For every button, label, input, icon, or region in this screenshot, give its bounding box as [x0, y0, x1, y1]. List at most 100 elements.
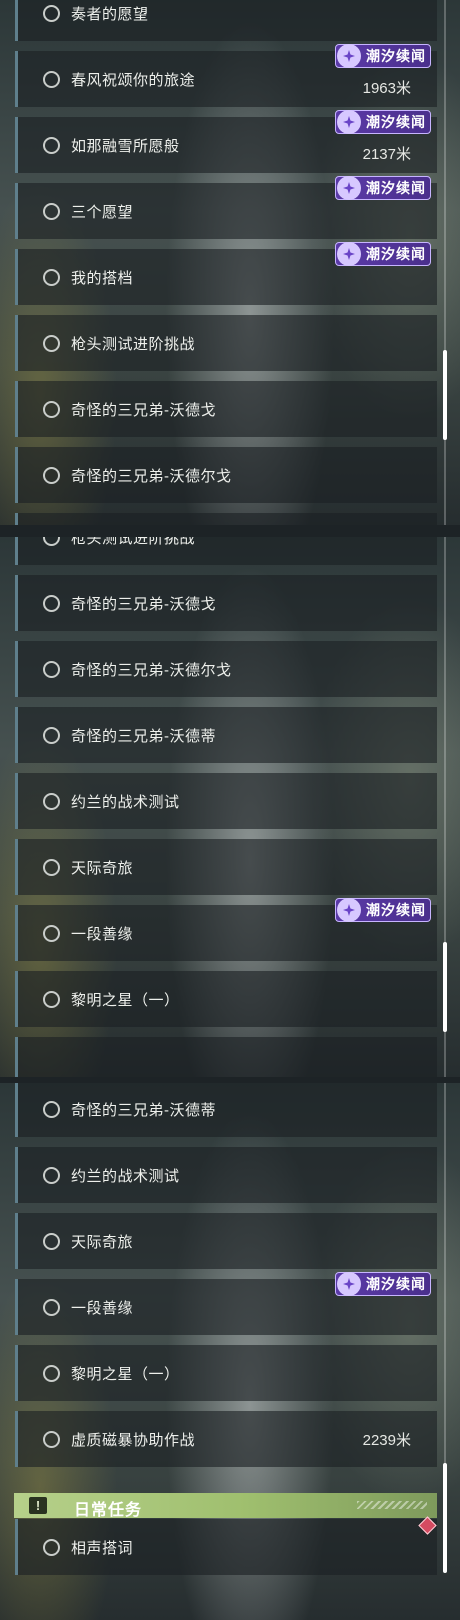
quest-item[interactable]: 约兰的战术测试 [15, 1147, 437, 1203]
quest-item[interactable]: 奇怪的三兄弟-沃德戈 [15, 575, 437, 631]
quest-label: 奇怪的三兄弟-沃德蒂 [71, 1102, 216, 1119]
quest-item[interactable]: 我的搭档 潮汐续闻 [15, 242, 437, 305]
radio-icon[interactable] [43, 661, 60, 678]
tide-badge: 潮汐续闻 [335, 176, 431, 200]
quest-item[interactable]: 枪头测试进阶挑战 [15, 315, 437, 371]
radio-icon[interactable] [43, 925, 60, 942]
quest-label: 三个愿望 [71, 204, 134, 221]
radio-icon[interactable] [43, 1299, 60, 1316]
quest-distance: 2239米 [362, 1432, 411, 1449]
quest-item[interactable]: 天际奇旅 [15, 1213, 437, 1269]
quest-label: 我的搭档 [71, 270, 134, 287]
quest-distance: 2137米 [362, 146, 411, 163]
sparkle-icon [337, 242, 361, 266]
quest-list-panel-1: 奏者的愿望 春风祝颂你的旅途 潮汐续闻 1963米 如那融雪所愿般 潮汐续闻 2… [0, 0, 460, 525]
quest-label: 奇怪的三兄弟-沃德蒂 [71, 728, 216, 745]
quest-item[interactable]: 枪头测试进阶挑战 [15, 537, 437, 565]
quest-item[interactable]: 一段善缘 潮汐续闻 [15, 1272, 437, 1335]
radio-icon[interactable] [43, 401, 60, 418]
sparkle-icon [337, 44, 361, 68]
quest-label: 奇怪的三兄弟-沃德尔戈 [71, 662, 232, 679]
exclamation-icon: ! [29, 1497, 47, 1514]
tide-badge: 潮汐续闻 [335, 1272, 431, 1296]
tide-badge: 潮汐续闻 [335, 898, 431, 922]
quest-label: 奇怪的三兄弟-沃德尔戈 [71, 468, 232, 485]
quest-label: 一段善缘 [71, 1300, 134, 1317]
quest-item-partial[interactable] [15, 1037, 437, 1077]
quest-item[interactable]: 天际奇旅 [15, 839, 437, 895]
radio-icon[interactable] [43, 203, 60, 220]
radio-icon[interactable] [43, 1431, 60, 1448]
sparkle-icon [337, 110, 361, 134]
tide-badge: 潮汐续闻 [335, 242, 431, 266]
radio-icon[interactable] [43, 727, 60, 744]
scrollbar-thumb[interactable] [443, 942, 447, 1032]
quest-item[interactable]: 奏者的愿望 [15, 0, 437, 41]
quest-item-partial[interactable] [15, 513, 437, 525]
scrollbar-thumb[interactable] [443, 350, 447, 440]
badge-text: 潮汐续闻 [366, 48, 426, 64]
quest-item[interactable]: 黎明之星（一） [15, 971, 437, 1027]
quest-label: 约兰的战术测试 [71, 794, 180, 811]
quest-label: 黎明之星（一） [71, 1366, 180, 1383]
quest-label: 奇怪的三兄弟-沃德戈 [71, 596, 216, 613]
quest-label: 虚质磁暴协助作战 [71, 1432, 196, 1449]
quest-label: 如那融雪所愿般 [71, 138, 180, 155]
quest-label: 约兰的战术测试 [71, 1168, 180, 1185]
radio-icon[interactable] [43, 793, 60, 810]
quest-list-panel-2: 枪头测试进阶挑战 奇怪的三兄弟-沃德戈 奇怪的三兄弟-沃德尔戈 奇怪的三兄弟-沃… [0, 537, 460, 1077]
scrollbar-track[interactable] [444, 0, 446, 525]
sparkle-icon [337, 1272, 361, 1296]
badge-text: 潮汐续闻 [366, 114, 426, 130]
quest-label: 相声搭词 [71, 1540, 134, 1557]
quest-label: 奏者的愿望 [71, 6, 149, 23]
radio-icon[interactable] [43, 269, 60, 286]
radio-icon[interactable] [43, 595, 60, 612]
tide-badge: 潮汐续闻 [335, 44, 431, 68]
radio-icon[interactable] [43, 1167, 60, 1184]
quest-label: 天际奇旅 [71, 1234, 134, 1251]
decorative-stripes [357, 1501, 427, 1509]
badge-text: 潮汐续闻 [366, 1276, 426, 1292]
radio-icon[interactable] [43, 335, 60, 352]
quest-label: 春风祝颂你的旅途 [71, 72, 196, 89]
badge-text: 潮汐续闻 [366, 180, 426, 196]
radio-icon[interactable] [43, 1101, 60, 1118]
section-title: 日常任务 [74, 1502, 143, 1519]
radio-icon[interactable] [43, 537, 60, 546]
quest-item[interactable]: 奇怪的三兄弟-沃德尔戈 [15, 641, 437, 697]
radio-icon[interactable] [43, 1233, 60, 1250]
quest-item[interactable]: 春风祝颂你的旅途 潮汐续闻 1963米 [15, 44, 437, 107]
daily-quest-item[interactable]: 相声搭词 [15, 1519, 437, 1575]
quest-item[interactable]: 奇怪的三兄弟-沃德蒂 [15, 1083, 437, 1137]
quest-item[interactable]: 奇怪的三兄弟-沃德尔戈 [15, 447, 437, 503]
radio-icon[interactable] [43, 5, 60, 22]
radio-icon[interactable] [43, 859, 60, 876]
quest-item[interactable]: 奇怪的三兄弟-沃德蒂 [15, 707, 437, 763]
quest-item[interactable]: 虚质磁暴协助作战 2239米 [15, 1411, 437, 1467]
radio-icon[interactable] [43, 71, 60, 88]
radio-icon[interactable] [43, 1539, 60, 1556]
daily-quests-header[interactable]: ! 日常任务 [14, 1493, 437, 1519]
quest-item[interactable]: 一段善缘 潮汐续闻 [15, 898, 437, 961]
radio-icon[interactable] [43, 467, 60, 484]
quest-list-panel-3: 奇怪的三兄弟-沃德蒂 约兰的战术测试 天际奇旅 一段善缘 潮汐续闻 黎明之星（一… [0, 1083, 460, 1620]
radio-icon[interactable] [43, 1365, 60, 1382]
scrollbar-thumb[interactable] [443, 1463, 447, 1573]
quest-item[interactable]: 如那融雪所愿般 潮汐续闻 2137米 [15, 110, 437, 173]
tide-badge: 潮汐续闻 [335, 110, 431, 134]
quest-item[interactable]: 黎明之星（一） [15, 1345, 437, 1401]
quest-item[interactable]: 奇怪的三兄弟-沃德戈 [15, 381, 437, 437]
radio-icon[interactable] [43, 137, 60, 154]
radio-icon[interactable] [43, 991, 60, 1008]
sparkle-icon [337, 898, 361, 922]
quest-item[interactable]: 三个愿望 潮汐续闻 [15, 176, 437, 239]
badge-text: 潮汐续闻 [366, 246, 426, 262]
quest-item[interactable]: 约兰的战术测试 [15, 773, 437, 829]
quest-label: 一段善缘 [71, 926, 134, 943]
quest-label: 天际奇旅 [71, 860, 134, 877]
quest-label: 奇怪的三兄弟-沃德戈 [71, 402, 216, 419]
quest-distance: 1963米 [362, 80, 411, 97]
quest-label: 枪头测试进阶挑战 [71, 336, 196, 353]
quest-label: 枪头测试进阶挑战 [71, 537, 196, 547]
